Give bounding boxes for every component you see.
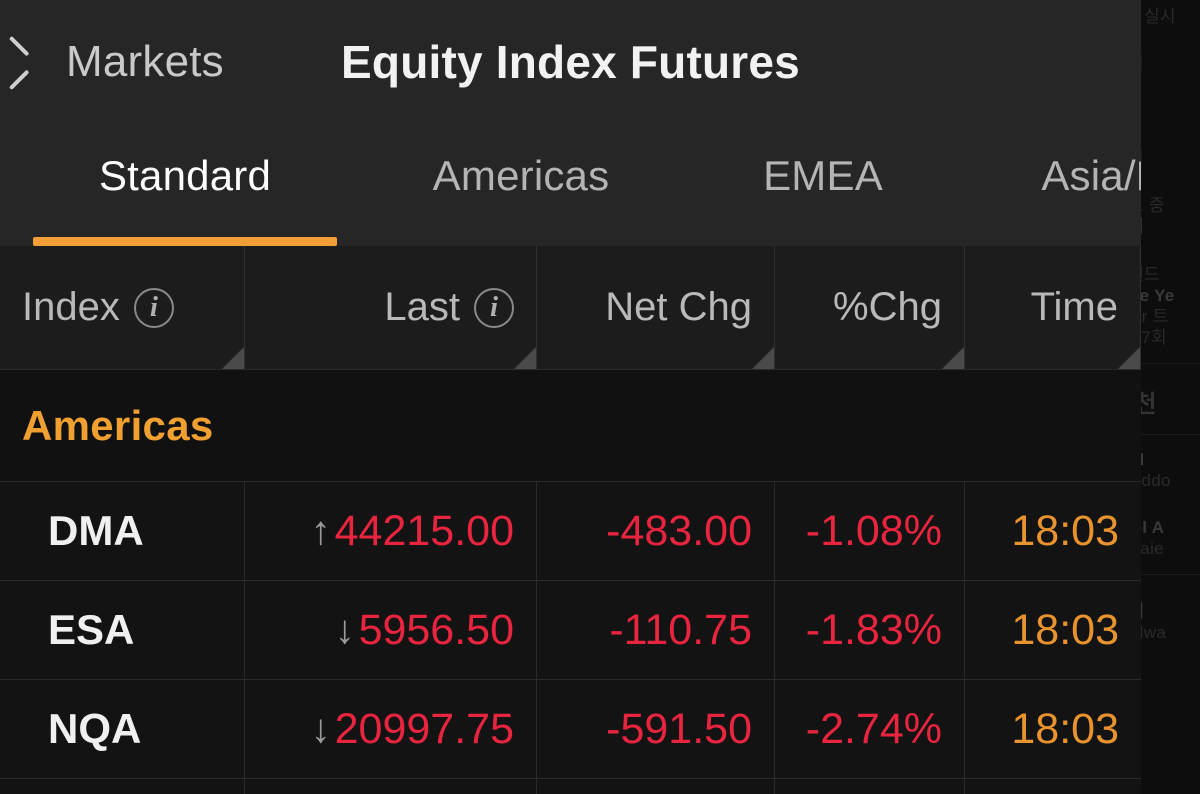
tab-asia-pac[interactable]: Asia/Pac bbox=[974, 152, 1141, 246]
cell-time: 18:03 bbox=[1011, 506, 1119, 555]
column-header-pct-chg[interactable]: %Chg bbox=[775, 246, 965, 369]
arrow-down-icon: ↓ bbox=[334, 608, 355, 652]
tab-americas[interactable]: Americas bbox=[370, 152, 672, 246]
table-row[interactable]: DMA ↑ 44215.00 -483.00 -1.08% 18:03 bbox=[0, 482, 1141, 581]
info-icon[interactable]: i bbox=[474, 287, 514, 328]
cell-index: ESA bbox=[0, 581, 245, 679]
column-header-label: Index bbox=[22, 285, 120, 329]
tab-bar: Standard Americas EMEA Asia/Pac bbox=[0, 124, 1141, 246]
cell-time bbox=[965, 779, 1141, 794]
cell-time: 18:03 bbox=[1011, 605, 1119, 654]
column-header-net-chg[interactable]: Net Chg bbox=[537, 246, 775, 369]
cell-last-value: 20997.75 bbox=[334, 704, 514, 753]
sort-corner-indicator bbox=[514, 347, 536, 369]
cell-pct-chg: -1.08% bbox=[775, 482, 965, 580]
futures-table: Index i Last i Net Chg %Chg Time America… bbox=[0, 246, 1141, 794]
column-header-label: Last bbox=[384, 285, 460, 329]
column-header-label: %Chg bbox=[833, 285, 942, 329]
tab-label: EMEA bbox=[763, 152, 883, 199]
column-header-last[interactable]: Last i bbox=[245, 246, 537, 369]
cell-last: ↑ 44215.00 bbox=[245, 482, 537, 580]
table-row[interactable]: ESA ↓ 5956.50 -110.75 -1.83% 18:03 bbox=[0, 581, 1141, 680]
navigation-bar: Markets Equity Index Futures bbox=[0, 0, 1141, 124]
table-row[interactable]: NQA ↓ 20997.75 -591.50 -2.74% 18:03 bbox=[0, 680, 1141, 779]
cell-last: ↓ 5956.50 bbox=[245, 581, 537, 679]
table-row[interactable] bbox=[0, 779, 1141, 794]
column-header-label: Time bbox=[1030, 285, 1118, 329]
cell-net-chg bbox=[537, 779, 775, 794]
group-header-label: Americas bbox=[22, 401, 214, 449]
sort-corner-indicator bbox=[1118, 347, 1140, 369]
back-button[interactable]: Markets bbox=[0, 37, 224, 87]
column-header-label: Net Chg bbox=[605, 285, 752, 329]
cell-last-value: 5956.50 bbox=[358, 605, 514, 654]
cell-net-chg: -591.50 bbox=[537, 680, 775, 778]
cell-pct-chg: -2.74% bbox=[775, 680, 965, 778]
tab-label: Americas bbox=[432, 152, 610, 199]
cell-time: 18:03 bbox=[1011, 704, 1119, 753]
back-button-label: Markets bbox=[66, 37, 224, 86]
cell-last-value: 44215.00 bbox=[334, 506, 514, 555]
column-header-index[interactable]: Index i bbox=[0, 246, 245, 369]
tab-standard[interactable]: Standard bbox=[0, 152, 370, 246]
cell-index: NQA bbox=[0, 680, 245, 778]
sort-corner-indicator bbox=[942, 347, 964, 369]
cell-pct-chg bbox=[775, 779, 965, 794]
tab-label: Asia/Pac bbox=[1041, 152, 1141, 199]
tab-emea[interactable]: EMEA bbox=[672, 152, 974, 246]
cell-net-chg: -110.75 bbox=[537, 581, 775, 679]
cell-index bbox=[0, 779, 245, 794]
cell-last bbox=[245, 779, 537, 794]
cell-net-chg: -483.00 bbox=[537, 482, 775, 580]
app-window: Markets Equity Index Futures Standard Am… bbox=[0, 0, 1141, 794]
column-header-time[interactable]: Time bbox=[965, 246, 1141, 369]
cell-pct-chg: -1.83% bbox=[775, 581, 965, 679]
tab-label: Standard bbox=[98, 152, 272, 199]
info-icon[interactable]: i bbox=[133, 287, 174, 328]
cell-last: ↓ 20997.75 bbox=[245, 680, 537, 778]
chevron-left-icon bbox=[24, 40, 50, 84]
tab-active-underline bbox=[33, 237, 337, 246]
arrow-up-icon: ↑ bbox=[310, 509, 331, 553]
sort-corner-indicator bbox=[752, 347, 774, 369]
group-header-americas: Americas bbox=[0, 370, 1141, 482]
cell-index: DMA bbox=[0, 482, 245, 580]
sort-corner-indicator bbox=[222, 347, 244, 369]
table-header-row: Index i Last i Net Chg %Chg Time bbox=[0, 246, 1141, 370]
arrow-down-icon: ↓ bbox=[310, 707, 331, 751]
